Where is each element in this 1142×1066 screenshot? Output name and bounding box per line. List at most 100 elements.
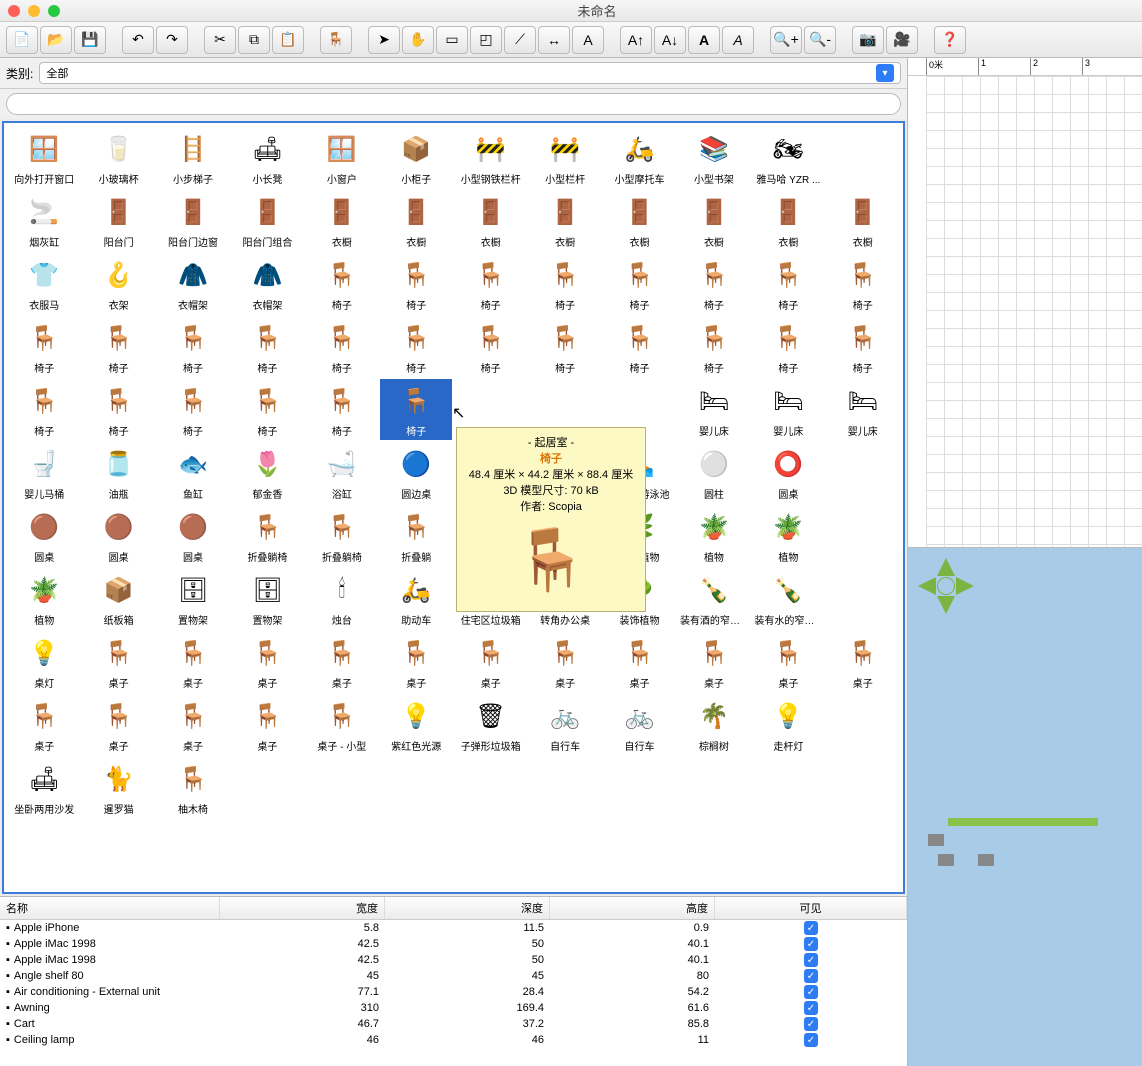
catalog-item[interactable] bbox=[827, 568, 899, 629]
catalog-item[interactable]: 🪑椅子 bbox=[82, 316, 154, 377]
catalog-item[interactable]: 🌷郁金香 bbox=[231, 442, 303, 503]
catalog-item[interactable]: 🚽婴儿马桶 bbox=[8, 442, 80, 503]
catalog-item[interactable]: 🪑桌子 bbox=[306, 631, 378, 692]
catalog-item[interactable]: 🛵小型摩托车 bbox=[603, 127, 675, 188]
close-button[interactable] bbox=[8, 5, 20, 17]
catalog-item[interactable]: 🪑桌子 - 小型 bbox=[306, 694, 378, 755]
catalog-item[interactable]: 🚪衣橱 bbox=[306, 190, 378, 251]
catalog-item[interactable]: 🪑桌子 bbox=[603, 631, 675, 692]
polyline-tool[interactable]: ⟋ bbox=[504, 26, 536, 54]
catalog-item[interactable]: 🗑子弹形垃圾箱 bbox=[454, 694, 526, 755]
nav-down[interactable] bbox=[937, 596, 955, 614]
catalog-item[interactable]: 🪑椅子 bbox=[603, 253, 675, 314]
catalog-item[interactable]: 🪟向外打开窗口 bbox=[8, 127, 80, 188]
nav-up[interactable] bbox=[937, 558, 955, 576]
catalog-item[interactable]: 💡走杆灯 bbox=[752, 694, 824, 755]
furniture-catalog[interactable]: 🪟向外打开窗口🥛小玻璃杯🪜小步梯子🛋小长凳🪟小窗户📦小柜子🚧小型钢铁栏杆🚧小型栏… bbox=[2, 121, 905, 894]
col-name[interactable]: 名称 bbox=[0, 897, 220, 919]
col-depth[interactable]: 深度 bbox=[385, 897, 550, 919]
help-button[interactable]: ❓ bbox=[934, 26, 966, 54]
catalog-item[interactable]: 🪑桌子 bbox=[529, 631, 601, 692]
table-row[interactable]: ▪Apple iMac 199842.55040.1✓ bbox=[0, 952, 907, 968]
catalog-item[interactable]: 🥛小玻璃杯 bbox=[82, 127, 154, 188]
catalog-item[interactable] bbox=[827, 127, 899, 188]
catalog-item[interactable]: 🚬烟灰缸 bbox=[8, 190, 80, 251]
3d-view[interactable] bbox=[908, 548, 1142, 1066]
catalog-item[interactable]: 🪑椅子 bbox=[157, 316, 229, 377]
catalog-item[interactable]: 🚪阳台门边窗 bbox=[157, 190, 229, 251]
catalog-item[interactable]: ⭕圆桌 bbox=[752, 442, 824, 503]
visible-checkbox[interactable]: ✓ bbox=[804, 969, 818, 983]
catalog-item[interactable] bbox=[827, 694, 899, 755]
catalog-item[interactable]: 🛏婴儿床 bbox=[678, 379, 750, 440]
catalog-item[interactable]: 🪑椅子 bbox=[827, 253, 899, 314]
catalog-item[interactable]: 🟤圆桌 bbox=[8, 505, 80, 566]
catalog-item[interactable]: 🚪衣橱 bbox=[529, 190, 601, 251]
catalog-item[interactable]: 🪑椅子 bbox=[306, 253, 378, 314]
catalog-item[interactable]: 🚧小型栏杆 bbox=[529, 127, 601, 188]
catalog-item[interactable]: 🍾装有水的窄颈... bbox=[752, 568, 824, 629]
catalog-item[interactable] bbox=[827, 505, 899, 566]
video-button[interactable]: 🎥 bbox=[886, 26, 918, 54]
redo-button[interactable]: ↷ bbox=[156, 26, 188, 54]
catalog-item[interactable]: 🪑椅子 bbox=[603, 316, 675, 377]
catalog-item[interactable]: 🚲自行车 bbox=[603, 694, 675, 755]
room-tool[interactable]: ◰ bbox=[470, 26, 502, 54]
visible-checkbox[interactable]: ✓ bbox=[804, 1001, 818, 1015]
catalog-item[interactable]: 🚪衣橱 bbox=[454, 190, 526, 251]
catalog-item[interactable]: 🚲自行车 bbox=[529, 694, 601, 755]
table-row[interactable]: ▪Angle shelf 80454580✓ bbox=[0, 968, 907, 984]
catalog-item[interactable]: 🗄置物架 bbox=[157, 568, 229, 629]
catalog-item[interactable]: 🚪阳台门 bbox=[82, 190, 154, 251]
text-increase[interactable]: A↑ bbox=[620, 26, 652, 54]
catalog-item[interactable]: 🚪衣橱 bbox=[752, 190, 824, 251]
table-row[interactable]: ▪Awning310169.461.6✓ bbox=[0, 1000, 907, 1016]
catalog-item[interactable]: 🚪阳台门组合 bbox=[231, 190, 303, 251]
catalog-item[interactable]: 💡紫红色光源 bbox=[380, 694, 452, 755]
photo-button[interactable]: 📷 bbox=[852, 26, 884, 54]
nav-right[interactable] bbox=[956, 577, 974, 595]
visible-checkbox[interactable]: ✓ bbox=[804, 1033, 818, 1047]
catalog-item[interactable]: 🚪衣橱 bbox=[603, 190, 675, 251]
catalog-item[interactable]: 📚小型书架 bbox=[678, 127, 750, 188]
catalog-item[interactable]: 🪴植物 bbox=[678, 505, 750, 566]
copy-button[interactable]: ⧉ bbox=[238, 26, 270, 54]
catalog-item[interactable]: 🛏婴儿床 bbox=[827, 379, 899, 440]
visible-checkbox[interactable]: ✓ bbox=[804, 1017, 818, 1031]
zoom-out-button[interactable]: 🔍- bbox=[804, 26, 836, 54]
catalog-item[interactable]: 🪑椅子 bbox=[678, 316, 750, 377]
table-row[interactable]: ▪Air conditioning - External unit77.128.… bbox=[0, 984, 907, 1000]
select-tool[interactable]: ➤ bbox=[368, 26, 400, 54]
catalog-item[interactable]: 🪑折叠躺 bbox=[380, 505, 452, 566]
catalog-item[interactable]: 🪑折叠躺椅 bbox=[306, 505, 378, 566]
catalog-item[interactable]: 🪟小窗户 bbox=[306, 127, 378, 188]
col-visible[interactable]: 可见 bbox=[715, 897, 907, 919]
catalog-item[interactable]: 🪑桌子 bbox=[454, 631, 526, 692]
3d-object[interactable] bbox=[978, 854, 994, 866]
catalog-item[interactable]: 📦纸板箱 bbox=[82, 568, 154, 629]
category-select[interactable]: 全部 ▾ bbox=[39, 62, 901, 84]
catalog-item[interactable]: 🟤圆桌 bbox=[82, 505, 154, 566]
minimize-button[interactable] bbox=[28, 5, 40, 17]
catalog-item[interactable]: 🪑椅子 bbox=[752, 253, 824, 314]
catalog-item[interactable]: 🛵助动车 bbox=[380, 568, 452, 629]
3d-object[interactable] bbox=[938, 854, 954, 866]
nav-center[interactable] bbox=[937, 577, 955, 595]
open-button[interactable]: 📂 bbox=[40, 26, 72, 54]
catalog-item[interactable]: 🚪衣橱 bbox=[827, 190, 899, 251]
zoom-in-button[interactable]: 🔍+ bbox=[770, 26, 802, 54]
catalog-item[interactable]: 🪑桌子 bbox=[752, 631, 824, 692]
catalog-item[interactable]: 🪑椅子 bbox=[529, 316, 601, 377]
catalog-item[interactable]: 🪑椅子 bbox=[678, 253, 750, 314]
catalog-item[interactable]: 🪑柚木椅 bbox=[157, 757, 229, 818]
catalog-item[interactable]: 🪜小步梯子 bbox=[157, 127, 229, 188]
catalog-item[interactable]: 🚪衣橱 bbox=[380, 190, 452, 251]
catalog-item[interactable]: 🪑椅子 bbox=[380, 379, 452, 440]
catalog-item[interactable]: 👕衣服马 bbox=[8, 253, 80, 314]
visible-checkbox[interactable]: ✓ bbox=[804, 921, 818, 935]
catalog-item[interactable]: 🧥衣帽架 bbox=[157, 253, 229, 314]
catalog-item[interactable]: 🪑椅子 bbox=[380, 253, 452, 314]
catalog-item[interactable]: 🪑椅子 bbox=[752, 316, 824, 377]
catalog-item[interactable]: 🪑椅子 bbox=[82, 379, 154, 440]
catalog-item[interactable]: 🧥衣帽架 bbox=[231, 253, 303, 314]
